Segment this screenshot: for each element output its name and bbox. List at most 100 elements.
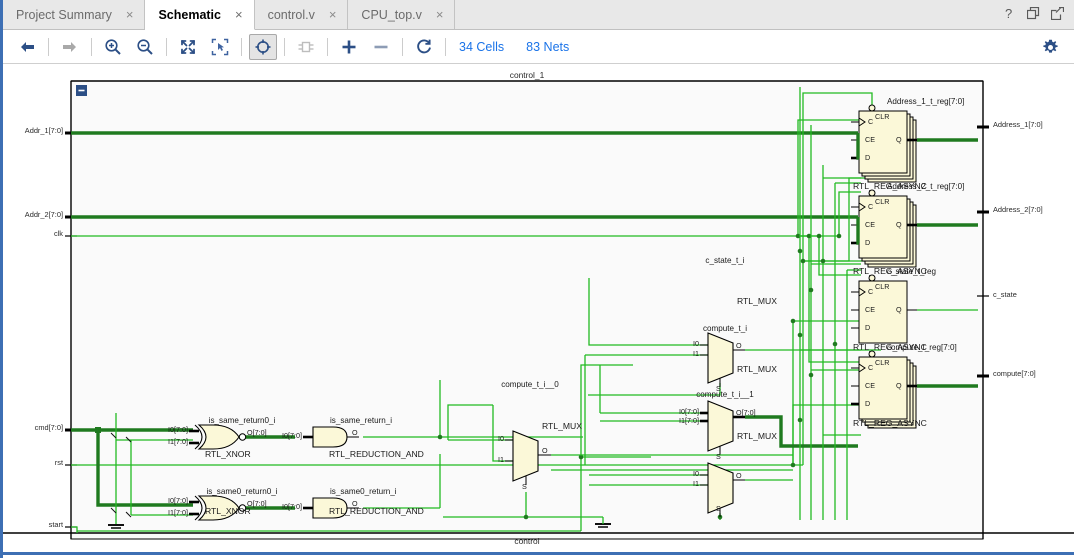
zoom-out-button[interactable] [131,34,159,60]
schematic-canvas[interactable]: control_1 control Addr_1[7:0] Addr_2[7:0… [3,65,1074,555]
tab-bar-spacer [455,0,999,29]
pin-q: Q [896,220,902,229]
add-button[interactable] [335,34,363,60]
pin-i0: I0 [693,339,699,348]
toolbar-separator [402,37,403,56]
output-port-address1[interactable]: Address_1[7:0] [993,121,1043,129]
cell-instance-address-1-t-reg[interactable]: Address_1_t_reg[7:0] [887,97,964,106]
input-port-addr1[interactable]: Addr_1[7:0] [25,127,63,135]
output-port-address2[interactable]: Address_2[7:0] [993,206,1043,214]
schematic-toolbar: 34 Cells 83 Nets [3,30,1074,64]
cell-instance-compute-t-i-0[interactable]: compute_t_i__0 [501,380,559,389]
tab-close-icon[interactable]: × [434,8,446,21]
pin-clr: CLR [875,282,890,291]
pin-q: Q [896,381,902,390]
cell-instance-address-2-t-reg[interactable]: Address_2_t_reg[7:0] [887,182,964,191]
pin-i1: I1 [498,455,504,464]
tab-label: control.v [267,7,315,22]
tab-cpu-top-v[interactable]: CPU_top.v × [348,0,456,29]
pin-o: O [736,341,742,350]
toolbar-separator [284,37,285,56]
input-port-rst[interactable]: rst [55,459,63,467]
pin-d: D [865,399,871,408]
cell-instance-is-same-return-i[interactable]: is_same_return_i [330,416,392,425]
tab-close-icon[interactable]: × [327,8,339,21]
pin-i0: I0[7:0] [282,431,302,440]
pin-clr: CLR [875,197,890,206]
help-icon[interactable]: ? [1005,6,1016,22]
cell-type-rtl-xnor: RTL_XNOR [205,506,251,516]
zoom-in-button[interactable] [99,34,127,60]
schematic-drawing: control_1 control Addr_1[7:0] Addr_2[7:0… [3,65,1074,555]
canvas-bottom-accent [3,552,1074,555]
cells-count[interactable]: 34 Cells [459,40,504,54]
cell-instance-c-state-t-reg[interactable]: c_state_t_reg [887,267,936,276]
window-controls: ? [999,0,1074,29]
pin-d: D [865,323,871,332]
tab-close-icon[interactable]: × [233,8,245,21]
cell-instance-is-same0-return-i[interactable]: is_same0_return_i [330,487,397,496]
forward-button[interactable] [56,34,84,60]
cell-instance-is-same0-return0-i[interactable]: is_same0_return0_i [206,487,277,496]
block-label-control: control [514,536,540,546]
pin-ce: CE [865,220,875,229]
cell-type-rtl-mux: RTL_MUX [737,431,777,441]
pin-s: S [716,504,721,513]
tab-bar: Project Summary × Schematic × control.v … [3,0,1074,30]
pin-ce: CE [865,305,875,314]
cell-instance-c-state-t-i[interactable]: c_state_t_i [705,256,744,265]
pin-i1: I1[7:0] [679,416,699,425]
remove-button[interactable] [367,34,395,60]
schematic-viewer-window: Project Summary × Schematic × control.v … [0,0,1074,558]
zoom-fit-button[interactable] [174,34,202,60]
input-port-start[interactable]: start [49,521,63,529]
float-icon[interactable] [1026,6,1040,22]
pin-i1: I1 [693,349,699,358]
tab-close-icon[interactable]: × [124,8,136,21]
pin-s: S [522,482,527,491]
reload-button[interactable] [410,34,438,60]
gear-icon [1042,39,1058,53]
settings-button[interactable] [1036,34,1064,60]
block-label-control-1: control_1 [509,70,545,80]
cell-instance-compute-t-i[interactable]: compute_t_i [703,324,747,333]
cell-type-rtl-mux: RTL_MUX [737,296,777,306]
pin-i0: I0[7:0] [168,496,188,505]
cell-type-rtl-xnor: RTL_XNOR [205,449,251,459]
cell-instance-compute-t-i-1[interactable]: compute_t_i__1 [696,390,754,399]
cell-type-rtl-mux: RTL_MUX [542,421,582,431]
pin-i0: I0 [498,434,504,443]
input-port-cmd[interactable]: cmd[7:0] [35,424,63,432]
cell-instance-compute-t-reg[interactable]: compute_t_reg[7:0] [887,343,957,352]
pin-i1: I1[7:0] [168,437,188,446]
maximize-icon[interactable] [1050,6,1065,22]
pin-i0: I0[7:0] [168,425,188,434]
back-button[interactable] [13,34,41,60]
pin-c: C [868,117,874,126]
svg-text:?: ? [1005,7,1012,20]
input-port-clk[interactable]: clk [54,230,63,238]
zoom-area-button[interactable] [206,34,234,60]
input-port-addr2[interactable]: Addr_2[7:0] [25,211,63,219]
nets-count[interactable]: 83 Nets [526,40,569,54]
pin-i0: I0[7:0] [282,502,302,511]
pin-q: Q [896,135,902,144]
tab-project-summary[interactable]: Project Summary × [3,0,146,29]
pin-o: O [542,446,548,455]
pin-c: C [868,202,874,211]
pin-c: C [868,287,874,296]
pin-c: C [868,363,874,372]
tab-schematic[interactable]: Schematic × [145,0,255,30]
cell-type-rtl-reg-async: RTL_REG_ASYNC [853,418,927,428]
cell-instance-is-same-return0-i[interactable]: is_same_return0_i [209,416,276,425]
tab-label: Schematic [158,7,221,22]
tab-control-v[interactable]: control.v × [255,0,349,29]
toolbar-separator [327,37,328,56]
pin-d: D [865,153,871,162]
output-port-compute[interactable]: compute[7:0] [993,370,1036,378]
tab-label: Project Summary [16,7,112,22]
output-port-c-state[interactable]: c_state [993,291,1017,299]
highlight-button[interactable] [249,33,277,60]
pin-o: O[7:0] [736,408,756,417]
expand-cell-button[interactable] [292,34,320,60]
